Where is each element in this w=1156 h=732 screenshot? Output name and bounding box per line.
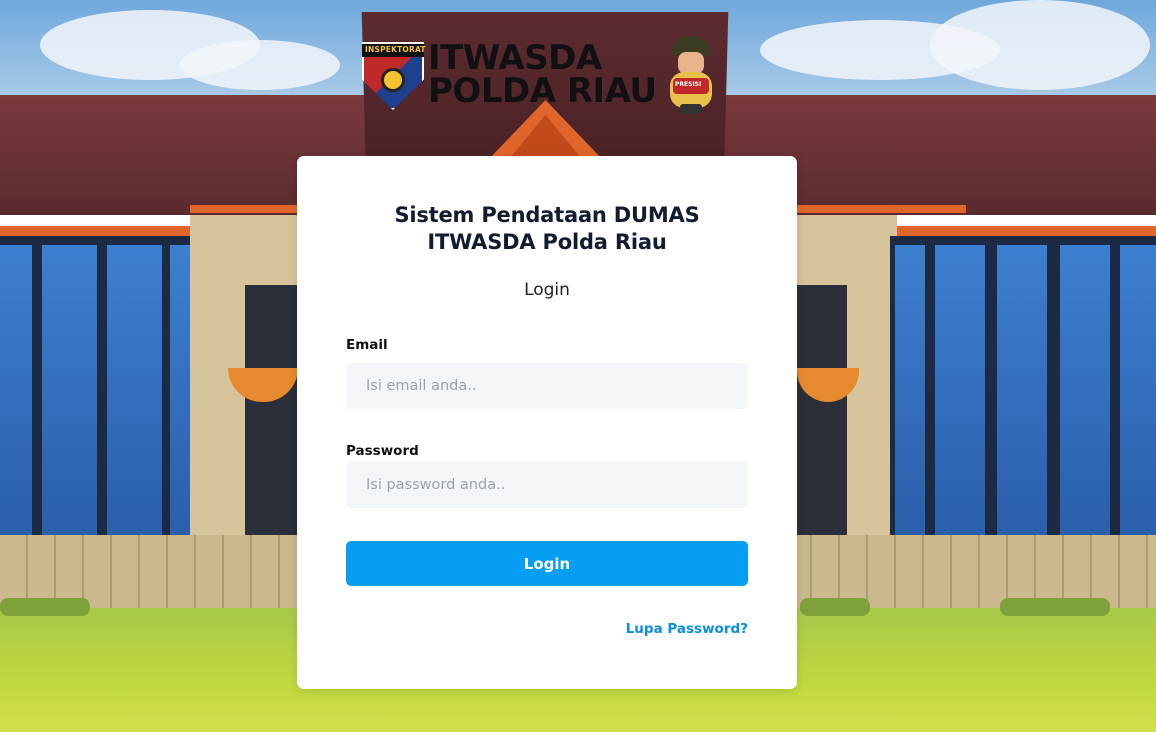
badge-text: INSPEKTORAT — [365, 45, 426, 54]
email-field[interactable] — [346, 363, 748, 409]
password-field[interactable] — [346, 462, 748, 508]
badge-emblem-icon — [381, 68, 405, 92]
brand-title-line2: POLDA RIAU — [428, 71, 657, 111]
login-button[interactable]: Login — [346, 541, 748, 586]
forgot-password-link[interactable]: Lupa Password? — [626, 621, 748, 637]
login-card: Sistem Pendataan DUMAS ITWASDA Polda Ria… — [297, 156, 797, 689]
brand-title: ITWASDA POLDA RIAU — [428, 41, 657, 111]
email-label: Email — [346, 337, 388, 353]
page-title-line2: ITWASDA Polda Riau — [427, 230, 667, 254]
login-subtitle: Login — [524, 280, 570, 300]
page-title: Sistem Pendataan DUMAS ITWASDA Polda Ria… — [297, 202, 797, 256]
mascot-text: PRESISI — [675, 81, 702, 88]
page-title-line1: Sistem Pendataan DUMAS — [394, 203, 700, 227]
password-label: Password — [346, 443, 419, 459]
police-mascot-logo: PRESISI — [666, 36, 716, 116]
